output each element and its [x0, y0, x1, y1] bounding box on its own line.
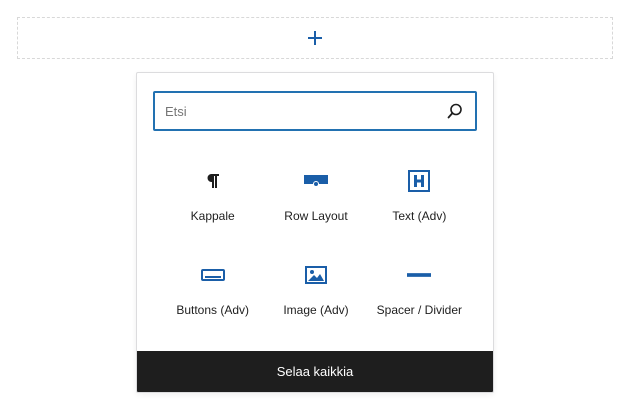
block-item-buttons-adv[interactable]: Buttons (Adv) — [161, 253, 264, 333]
spacer-divider-icon — [407, 263, 432, 287]
block-item-text-adv[interactable]: Text (Adv) — [368, 159, 471, 239]
block-item-row-layout[interactable]: Row Layout — [264, 159, 367, 239]
block-label: Kappale — [190, 209, 235, 223]
search-icon[interactable] — [445, 101, 465, 121]
block-label: Buttons (Adv) — [176, 303, 250, 317]
buttons-icon — [200, 263, 225, 287]
plus-icon — [308, 31, 322, 45]
block-item-paragraph[interactable]: Kappale — [161, 159, 264, 239]
heading-icon — [407, 169, 431, 193]
block-label: Text (Adv) — [392, 209, 447, 223]
block-label: Spacer / Divider — [376, 303, 463, 317]
block-item-spacer-divider[interactable]: Spacer / Divider — [368, 253, 471, 333]
paragraph-icon — [201, 169, 225, 193]
block-types-list: Kappale Row Layout Text (Adv) Buttons (A… — [161, 159, 471, 333]
block-inserter-popover: Kappale Row Layout — [136, 72, 494, 393]
search-box — [153, 91, 477, 131]
browse-all-button[interactable]: Selaa kaikkia — [137, 351, 493, 392]
block-label: Image (Adv) — [283, 303, 349, 317]
editor-canvas: Kappale Row Layout — [0, 0, 632, 415]
block-appender[interactable] — [17, 17, 613, 59]
block-item-image-adv[interactable]: Image (Adv) — [264, 253, 367, 333]
row-layout-icon — [303, 169, 328, 193]
search-input[interactable] — [155, 93, 445, 129]
block-label: Row Layout — [284, 209, 348, 223]
image-icon — [304, 263, 328, 287]
